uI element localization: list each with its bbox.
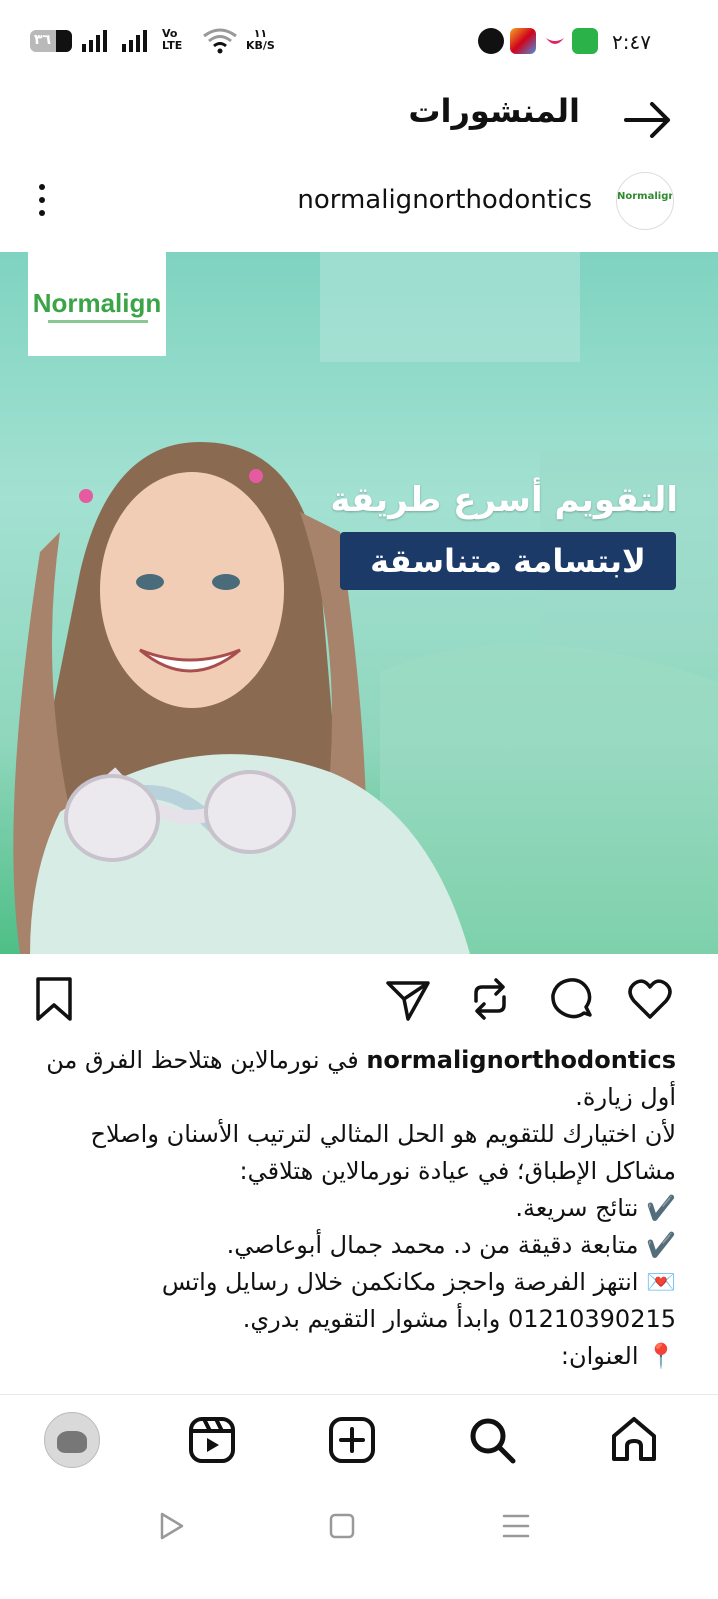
- app-notification-icon: [572, 28, 598, 54]
- app-notification-icon: [510, 28, 536, 54]
- bottom-nav-divider: [0, 1394, 718, 1395]
- post-image[interactable]: Normalign التقويم أسرع طريقة لابتسامة مت…: [0, 252, 718, 954]
- volte-indicator: Vo LTE: [162, 27, 183, 52]
- caption-line: مشاكل الإطباق؛ في عيادة نورمالاين هتلاقي…: [239, 1157, 676, 1185]
- back-triangle-icon[interactable]: [154, 1508, 190, 1544]
- brand-logo: Normalign: [28, 252, 166, 356]
- clock: ٢:٤٧: [612, 30, 651, 54]
- app-notification-icon: [542, 28, 568, 54]
- heart-icon[interactable]: [626, 975, 674, 1023]
- bookmark-icon[interactable]: [30, 975, 78, 1023]
- wifi-icon: [202, 26, 238, 54]
- brand-logo-text: Normalign: [32, 288, 162, 318]
- search-icon[interactable]: [466, 1414, 518, 1466]
- battery-level: ٣٦: [34, 32, 52, 48]
- page-title: المنشورات: [408, 92, 580, 130]
- battery-indicator: ٣٦: [30, 30, 72, 52]
- profile-avatar[interactable]: [44, 1412, 100, 1468]
- caption-line: 01210390215 وابدأ مشوار التقويم بدري.: [242, 1305, 676, 1333]
- status-bar: ٣٦ Vo LTE ١١ KB/S ٢:٤٧: [0, 0, 718, 80]
- arrow-right-icon[interactable]: [622, 98, 674, 142]
- send-icon[interactable]: [384, 975, 432, 1023]
- menu-icon[interactable]: [498, 1508, 534, 1544]
- repost-icon[interactable]: [466, 975, 514, 1023]
- post-avatar[interactable]: Normalign: [616, 172, 674, 230]
- caption-line: normalignorthodontics في نورمالاين هتلاح…: [46, 1046, 676, 1074]
- image-subheadline: لابتسامة متناسقة: [370, 542, 646, 580]
- create-icon[interactable]: [326, 1414, 378, 1466]
- caption-username[interactable]: normalignorthodontics: [366, 1046, 676, 1074]
- caption-line: ✔️ متابعة دقيقة من د. محمد جمال أبوعاصي.: [226, 1231, 676, 1259]
- caption-line: أول زيارة.: [575, 1083, 676, 1111]
- home-icon[interactable]: [608, 1414, 660, 1466]
- post-photo: [13, 252, 718, 954]
- more-options-icon[interactable]: [30, 180, 54, 220]
- post-caption: normalignorthodontics في نورمالاين هتلاح…: [20, 1042, 676, 1394]
- signal-icon: [82, 30, 108, 52]
- app-notification-icon: [478, 28, 504, 54]
- comment-icon[interactable]: [548, 975, 596, 1023]
- home-square-icon[interactable]: [324, 1508, 360, 1544]
- caption-line: 📍 العنوان:: [560, 1342, 676, 1370]
- image-headline: التقويم أسرع طريقة: [330, 480, 678, 520]
- network-speed: ١١ KB/S: [246, 27, 275, 52]
- caption-line: 💌 انتهز الفرصة واحجز مكانكمن خلال رسايل …: [161, 1268, 676, 1296]
- caption-line: ✔️ نتائج سريعة.: [515, 1194, 676, 1222]
- reels-icon[interactable]: [186, 1414, 238, 1466]
- image-banner: لابتسامة متناسقة: [340, 532, 676, 590]
- avatar-logo-text: Normalign: [617, 191, 674, 202]
- caption-line: لأن اختيارك للتقويم هو الحل المثالي لترت…: [90, 1120, 676, 1148]
- post-username[interactable]: normalignorthodontics: [270, 185, 592, 215]
- signal-icon: [122, 30, 148, 52]
